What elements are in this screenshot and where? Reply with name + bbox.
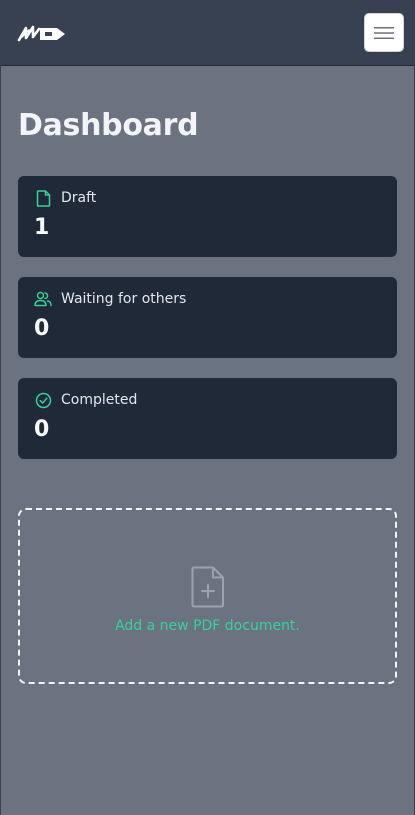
hamburger-menu-icon [374, 26, 394, 39]
upload-dropzone[interactable]: Add a new PDF document. [18, 508, 397, 684]
logo-icon[interactable] [17, 22, 69, 44]
file-plus-icon [191, 566, 224, 608]
stat-label: Completed [61, 392, 138, 408]
main-content: Dashboard Draft 1 Waiting for others 0 C… [1, 108, 414, 684]
users-icon [34, 290, 52, 308]
stat-card-waiting[interactable]: Waiting for others 0 [18, 277, 397, 358]
check-circle-icon [34, 391, 52, 409]
stat-label: Draft [61, 190, 97, 206]
stat-label: Waiting for others [61, 291, 187, 307]
menu-button[interactable] [364, 13, 404, 52]
stats-list: Draft 1 Waiting for others 0 Completed 0 [18, 176, 397, 459]
stat-card-draft[interactable]: Draft 1 [18, 176, 397, 257]
stat-value: 0 [34, 316, 50, 341]
stat-value: 0 [34, 417, 50, 442]
app-frame: Dashboard Draft 1 Waiting for others 0 C… [0, 0, 415, 815]
file-icon [34, 189, 52, 207]
upload-text[interactable]: Add a new PDF document. [115, 618, 300, 634]
stat-value: 1 [34, 215, 50, 240]
page-title: Dashboard [18, 108, 199, 143]
stat-card-completed[interactable]: Completed 0 [18, 378, 397, 459]
top-bar [1, 0, 414, 66]
